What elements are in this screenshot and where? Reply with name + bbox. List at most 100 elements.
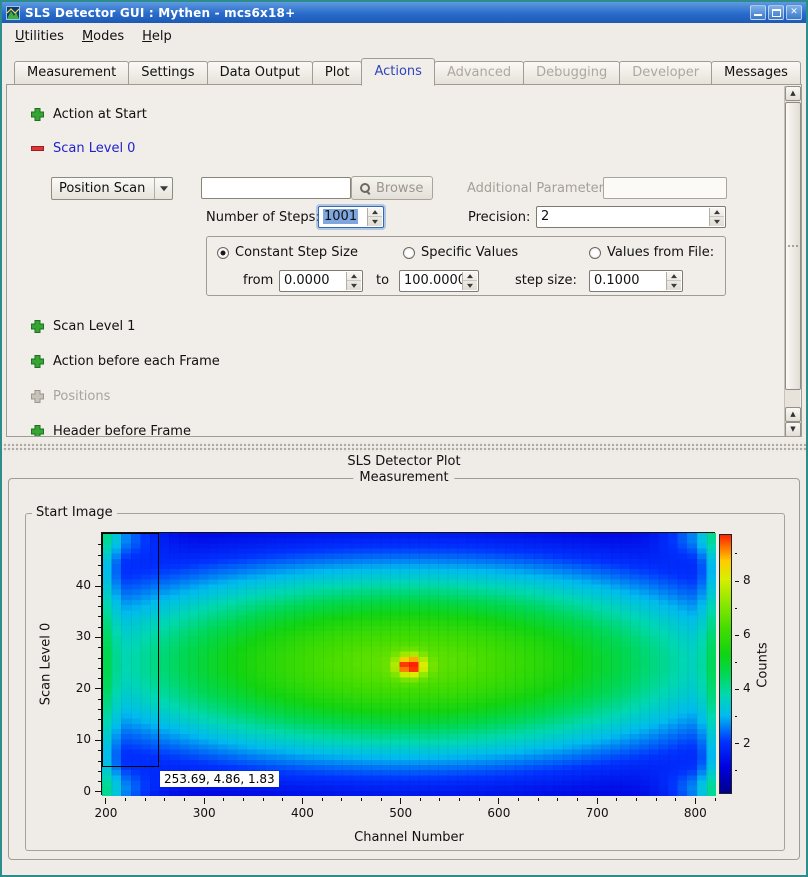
browse-icon [360, 183, 371, 194]
colorbar-minor-tick [735, 608, 737, 609]
y-tick [95, 740, 101, 741]
y-tick-label: 10 [51, 732, 91, 746]
y-tick [95, 791, 101, 792]
y-tick [95, 637, 101, 638]
x-tick-label: 600 [479, 806, 519, 820]
spin-down-icon[interactable] [368, 217, 382, 226]
colorbar-tick-label: 6 [743, 627, 767, 641]
x-tick-label: 400 [282, 806, 322, 820]
tab-advanced: Advanced [434, 61, 524, 85]
scrollbar-grip-icon [792, 245, 794, 247]
radio-constant-step[interactable]: Constant Step Size [217, 245, 358, 260]
menubar: Utilities Modes Help [2, 23, 806, 50]
close-button[interactable]: ✕ [786, 5, 802, 20]
precision-label: Precision: [468, 210, 530, 225]
colorbar [719, 534, 732, 794]
add-icon [31, 425, 44, 438]
scroll-up-button-2[interactable]: ▲ [785, 407, 801, 422]
tab-data-output[interactable]: Data Output [207, 61, 313, 85]
cursor-readout: 253.69, 4.86, 1.83 [160, 771, 279, 787]
additional-parameter-label: Additional Parameter: [467, 181, 608, 196]
zoom-selection-rect [102, 533, 159, 767]
colorbar-minor-tick [735, 770, 737, 771]
precision-arrows [709, 208, 724, 226]
radio-specific-label: Specific Values [421, 245, 518, 260]
app-icon-art [7, 7, 19, 19]
y-minor-tick [98, 709, 101, 710]
action-before-frame-row[interactable]: Action before each Frame [31, 352, 220, 370]
colorbar-tick-label: 8 [743, 573, 767, 587]
scan-script-input[interactable] [201, 177, 351, 199]
heatmap-canvas[interactable] [102, 533, 716, 796]
to-spinbox[interactable]: 100.0000 [399, 270, 479, 292]
minimize-button[interactable] [750, 5, 766, 20]
precision-value[interactable]: 2 [541, 209, 549, 224]
tab-measurement[interactable]: Measurement [14, 61, 129, 85]
spin-down-icon[interactable] [463, 281, 477, 290]
num-steps-value[interactable]: 1001 [323, 209, 358, 224]
y-minor-tick [98, 575, 101, 576]
step-size-spinbox[interactable]: 0.1000 [589, 270, 683, 292]
step-size-value[interactable]: 0.1000 [594, 273, 640, 288]
browse-button: Browse [351, 176, 433, 200]
x-minor-tick [616, 798, 617, 801]
spin-up-icon[interactable] [347, 272, 361, 281]
menu-help[interactable]: Help [133, 25, 181, 48]
tab-actions[interactable]: Actions [361, 58, 435, 86]
x-tick-label: 300 [184, 806, 224, 820]
to-value[interactable]: 100.0000 [404, 273, 466, 288]
app-window: SLS Detector GUI : Mythen - mcs6x18+ ✕ U… [0, 0, 808, 877]
precision-spinbox[interactable]: 2 [536, 206, 726, 228]
colorbar-tick [735, 635, 739, 636]
from-value[interactable]: 0.0000 [284, 273, 330, 288]
scan-level-0-row[interactable]: Scan Level 0 [31, 139, 135, 157]
from-spinbox[interactable]: 0.0000 [279, 270, 363, 292]
spin-up-icon[interactable] [463, 272, 477, 281]
scrollbar-handle[interactable] [785, 102, 801, 390]
x-minor-tick [341, 798, 342, 801]
x-minor-tick [164, 798, 165, 801]
header-before-frame-row[interactable]: Header before Frame [31, 422, 191, 437]
x-minor-tick [479, 798, 480, 801]
x-minor-tick [557, 798, 558, 801]
spin-up-icon[interactable] [710, 208, 724, 217]
x-tick [302, 798, 303, 804]
tab-messages[interactable]: Messages [711, 61, 801, 85]
remove-icon [31, 142, 44, 155]
app-icon[interactable] [6, 6, 20, 20]
radio-specific-values[interactable]: Specific Values [403, 245, 518, 260]
scan-level-1-label: Scan Level 1 [53, 319, 135, 334]
action-at-start-row[interactable]: Action at Start [31, 105, 147, 123]
spin-down-icon[interactable] [710, 217, 724, 226]
tab-settings[interactable]: Settings [128, 61, 207, 85]
positions-label: Positions [53, 389, 110, 404]
splitter-handle[interactable] [2, 442, 806, 452]
spin-up-icon[interactable] [667, 272, 681, 281]
vertical-scrollbar[interactable]: ▲ ▲ ▼ [784, 86, 800, 437]
y-minor-tick [98, 658, 101, 659]
y-minor-tick [98, 781, 101, 782]
x-tick [400, 798, 401, 804]
start-image-frame: Start Image Scan Level 0 253.69, 4.86, 1… [25, 513, 785, 851]
scroll-up-button[interactable]: ▲ [785, 86, 801, 101]
y-minor-tick [98, 616, 101, 617]
radio-values-from-file[interactable]: Values from File: [589, 245, 714, 260]
y-minor-tick [98, 761, 101, 762]
spin-down-icon[interactable] [667, 281, 681, 290]
x-minor-tick [322, 798, 323, 801]
spin-down-icon[interactable] [347, 281, 361, 290]
x-tick [204, 798, 205, 804]
menu-modes[interactable]: Modes [73, 25, 133, 48]
scan-mode-select[interactable]: Position Scan [51, 177, 173, 200]
maximize-icon [772, 9, 781, 17]
y-minor-tick [98, 668, 101, 669]
tab-plot[interactable]: Plot [312, 61, 363, 85]
scan-level-1-row[interactable]: Scan Level 1 [31, 317, 135, 335]
spin-up-icon[interactable] [368, 208, 382, 217]
menu-utilities[interactable]: Utilities [6, 25, 73, 48]
scroll-down-button[interactable]: ▼ [785, 422, 801, 437]
step-mode-group: Constant Step Size Specific Values Value… [206, 236, 726, 296]
maximize-button[interactable] [768, 5, 784, 20]
chevron-down-icon[interactable] [154, 178, 172, 199]
num-steps-spinbox[interactable]: 1001 [318, 206, 384, 228]
